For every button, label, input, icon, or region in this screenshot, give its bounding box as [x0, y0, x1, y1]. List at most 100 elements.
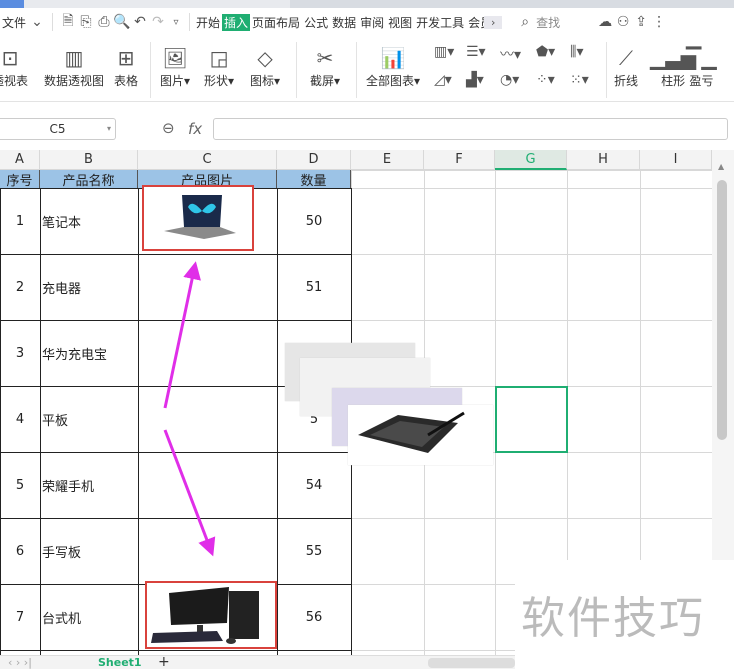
cell-name[interactable]: 平板 — [42, 386, 138, 452]
more-icon[interactable]: ▿ — [167, 17, 185, 28]
column-header-G[interactable]: G — [495, 150, 567, 170]
tab-review[interactable]: 审阅 — [358, 14, 386, 31]
screenshot-button[interactable]: ✂ 截屏▾ — [310, 44, 340, 89]
formula-input[interactable] — [213, 118, 728, 140]
name-box[interactable]: C5 ▾ — [0, 118, 116, 140]
bar-chart-icon: 📊 — [380, 46, 406, 70]
label: 盈亏 — [689, 74, 714, 88]
column-header-A[interactable]: A — [0, 150, 40, 170]
icon-button[interactable]: ◇ 图标▾ — [250, 44, 280, 89]
header-cell[interactable]: 序号 — [0, 170, 40, 189]
cell-name[interactable]: 充电器 — [42, 254, 138, 320]
column-header-E[interactable]: E — [351, 150, 424, 170]
cell-qty[interactable]: 55 — [277, 518, 351, 584]
save-icon[interactable]: 🗎 — [59, 10, 77, 34]
column-header-H[interactable]: H — [567, 150, 640, 170]
zoom-icon[interactable]: ⊖ — [162, 119, 175, 137]
pie-chart-icon[interactable]: ◔▾ — [500, 72, 519, 88]
more-vertical-icon[interactable]: ⋮ — [650, 14, 668, 30]
tab-formula[interactable]: 公式 — [302, 14, 330, 31]
bar-chart-h-icon[interactable]: ☰▾ — [466, 44, 486, 60]
cell-picture[interactable] — [138, 320, 277, 386]
column-header-C[interactable]: C — [138, 150, 277, 170]
cell-qty[interactable]: 50 — [277, 188, 351, 254]
radar-chart-icon[interactable]: ⬟▾ — [536, 44, 555, 60]
header-cell[interactable]: 数量 — [277, 170, 351, 189]
search-label[interactable]: 查找 — [534, 14, 562, 31]
export-pdf-icon[interactable]: ⎘ — [77, 14, 95, 30]
horizontal-scrollbar[interactable] — [428, 658, 515, 668]
redo-icon[interactable]: ↷ — [149, 14, 167, 30]
chevron-right-icon[interactable]: › — [484, 15, 503, 29]
sheet-nav-icons[interactable]: ‹ › ›| — [8, 656, 32, 669]
cell-no[interactable]: 7 — [0, 584, 40, 650]
ribbon: ⊡透视表 ▥数据透视图 ⊞表格 🖼图片▾ ◲形状▾ ◇图标▾ ✂截屏▾ 📊全部图… — [0, 38, 734, 102]
print-preview-icon[interactable]: 🔍 — [113, 14, 131, 30]
stock-chart-icon[interactable]: ⫼▾ — [570, 44, 583, 60]
tab-view[interactable]: 视图 — [386, 14, 414, 31]
cell-no[interactable]: 6 — [0, 518, 40, 584]
cell-qty[interactable]: 51 — [277, 254, 351, 320]
cell-picture[interactable] — [138, 386, 277, 452]
header-cell[interactable]: 产品名称 — [40, 170, 138, 189]
cell-name[interactable]: 笔记本 — [42, 188, 138, 254]
cell-name[interactable]: 华为充电宝 — [42, 320, 138, 386]
column-chart-icon[interactable]: ▥▾ — [434, 44, 454, 60]
tab-page-layout[interactable]: 页面布局 — [250, 14, 302, 31]
add-sheet-icon[interactable]: + — [158, 654, 170, 670]
search-icon[interactable]: ⌕ — [516, 14, 534, 30]
cell-no[interactable]: 4 — [0, 386, 40, 452]
fx-label[interactable]: fx — [188, 120, 202, 138]
add-user-icon[interactable]: ⚇ — [614, 14, 632, 30]
column-header-I[interactable]: I — [640, 150, 712, 170]
laptop-picture[interactable] — [142, 185, 254, 251]
bubble-chart-icon[interactable]: ⁙▾ — [570, 72, 589, 88]
cell-name[interactable]: 台式机 — [42, 584, 138, 650]
pivot-table-button[interactable]: ⊡ 透视表 — [0, 44, 28, 89]
tab-insert[interactable]: 插入 — [222, 13, 251, 31]
sparkline-winloss-button[interactable]: ▔▁ 盈亏 — [686, 44, 717, 89]
tab-member[interactable]: 会员 — [466, 14, 484, 31]
cell-qty[interactable]: 56 — [277, 584, 351, 650]
cell-no[interactable]: 2 — [0, 254, 40, 320]
tab-data[interactable]: 数据 — [330, 14, 358, 31]
pen-tablet-picture[interactable] — [348, 405, 493, 465]
cell-no[interactable]: 3 — [0, 320, 40, 386]
file-menu[interactable]: 文件 — [0, 14, 28, 31]
column-header-D[interactable]: D — [277, 150, 351, 170]
column-header-F[interactable]: F — [424, 150, 495, 170]
table-button[interactable]: ⊞ 表格 — [114, 44, 138, 89]
cell-no[interactable]: 5 — [0, 452, 40, 518]
cell-name[interactable]: 手写板 — [42, 518, 138, 584]
scatter-chart-icon[interactable]: ⁘▾ — [536, 72, 555, 88]
undo-icon[interactable]: ↶ — [131, 14, 149, 30]
cell-qty[interactable]: 54 — [277, 452, 351, 518]
all-charts-button[interactable]: 📊 全部图表▾ — [366, 44, 420, 89]
label: 柱形 — [661, 74, 686, 88]
vertical-scrollbar[interactable]: ▲ — [712, 150, 734, 560]
cell-picture[interactable] — [138, 452, 277, 518]
table-border — [0, 650, 351, 651]
print-icon[interactable]: ⎙ — [95, 14, 113, 30]
selected-cell[interactable] — [495, 386, 568, 453]
shape-button[interactable]: ◲ 形状▾ — [204, 44, 234, 89]
sheet-tab-sheet1[interactable]: Sheet1 — [98, 656, 142, 669]
tab-start[interactable]: 开始 — [194, 14, 222, 31]
cell-picture[interactable] — [138, 254, 277, 320]
cell-name[interactable]: 荣耀手机 — [42, 452, 138, 518]
share-icon[interactable]: ⇪ — [632, 14, 650, 30]
cell-no[interactable]: 1 — [0, 188, 40, 254]
chevron-down-icon[interactable]: ⌄ — [28, 14, 46, 30]
pivot-chart-button[interactable]: ▥ 数据透视图 — [44, 44, 104, 89]
cell-picture[interactable] — [138, 518, 277, 584]
picture-button[interactable]: 🖼 图片▾ — [160, 44, 190, 89]
column-header-B[interactable]: B — [40, 150, 138, 170]
desktop-picture[interactable] — [145, 581, 277, 649]
label: 形状 — [204, 74, 229, 88]
combo-chart-icon[interactable]: ▟▾ — [466, 72, 484, 88]
cloud-icon[interactable]: ☁ — [596, 14, 614, 30]
tab-developer[interactable]: 开发工具 — [414, 14, 466, 31]
area-chart-icon[interactable]: ◿▾ — [434, 72, 452, 88]
line-chart-icon[interactable]: 〰▾ — [500, 44, 521, 64]
sparkline-line-button[interactable]: ⟋ 折线 — [614, 44, 638, 89]
